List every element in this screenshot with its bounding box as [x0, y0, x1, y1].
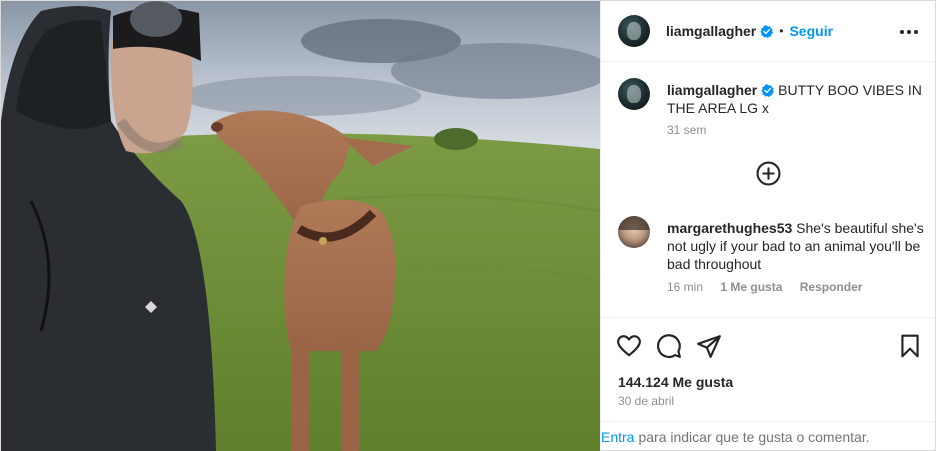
comment-meta: 16 min 1 Me gusta Responder: [667, 280, 876, 294]
comment-timestamp[interactable]: 16 min: [667, 280, 703, 294]
author-username[interactable]: liamgallagher: [666, 23, 756, 39]
commenter-username[interactable]: margarethughes53: [667, 220, 792, 236]
comment-text-block: margarethughes53 She's beautiful she's n…: [667, 219, 927, 273]
comment-likes[interactable]: 1 Me gusta: [720, 280, 782, 294]
person-figure: [1, 1, 216, 451]
post-actions: [601, 317, 936, 372]
login-prompt-text: para indicar que te gusta o comentar.: [638, 429, 870, 445]
login-link[interactable]: Entra: [601, 429, 634, 445]
caption-author-avatar[interactable]: [618, 78, 650, 110]
post-date[interactable]: 30 de abril: [618, 394, 674, 408]
caption-timestamp[interactable]: 31 sem: [667, 123, 706, 137]
more-options-icon[interactable]: [900, 23, 918, 41]
likes-count[interactable]: 144.124 Me gusta: [618, 374, 733, 390]
comment-icon[interactable]: [656, 333, 682, 359]
post-header: liamgallagher • Seguir: [601, 1, 936, 62]
photo-illustration: [1, 1, 600, 451]
post-frame: liamgallagher • Seguir liamgallagher BUT…: [0, 0, 936, 451]
post-photo[interactable]: [1, 1, 600, 451]
author-avatar[interactable]: [618, 15, 650, 47]
reply-button[interactable]: Responder: [800, 280, 863, 294]
bookmark-icon[interactable]: [897, 333, 923, 359]
caption-username[interactable]: liamgallagher: [667, 82, 757, 98]
verified-badge-icon: [761, 84, 775, 97]
verified-badge-icon: [760, 24, 774, 38]
post-side-panel: liamgallagher • Seguir liamgallagher BUT…: [600, 1, 936, 451]
login-prompt: Entra para indicar que te gusta o coment…: [601, 421, 936, 451]
header-separator: •: [779, 24, 784, 38]
commenter-avatar[interactable]: [618, 216, 650, 248]
caption-text-block: liamgallagher BUTTY BOO VIBES IN THE ARE…: [667, 81, 922, 117]
follow-button[interactable]: Seguir: [789, 23, 833, 39]
share-icon[interactable]: [696, 333, 722, 359]
add-comments-icon[interactable]: [756, 161, 781, 186]
heart-icon[interactable]: [616, 333, 642, 359]
